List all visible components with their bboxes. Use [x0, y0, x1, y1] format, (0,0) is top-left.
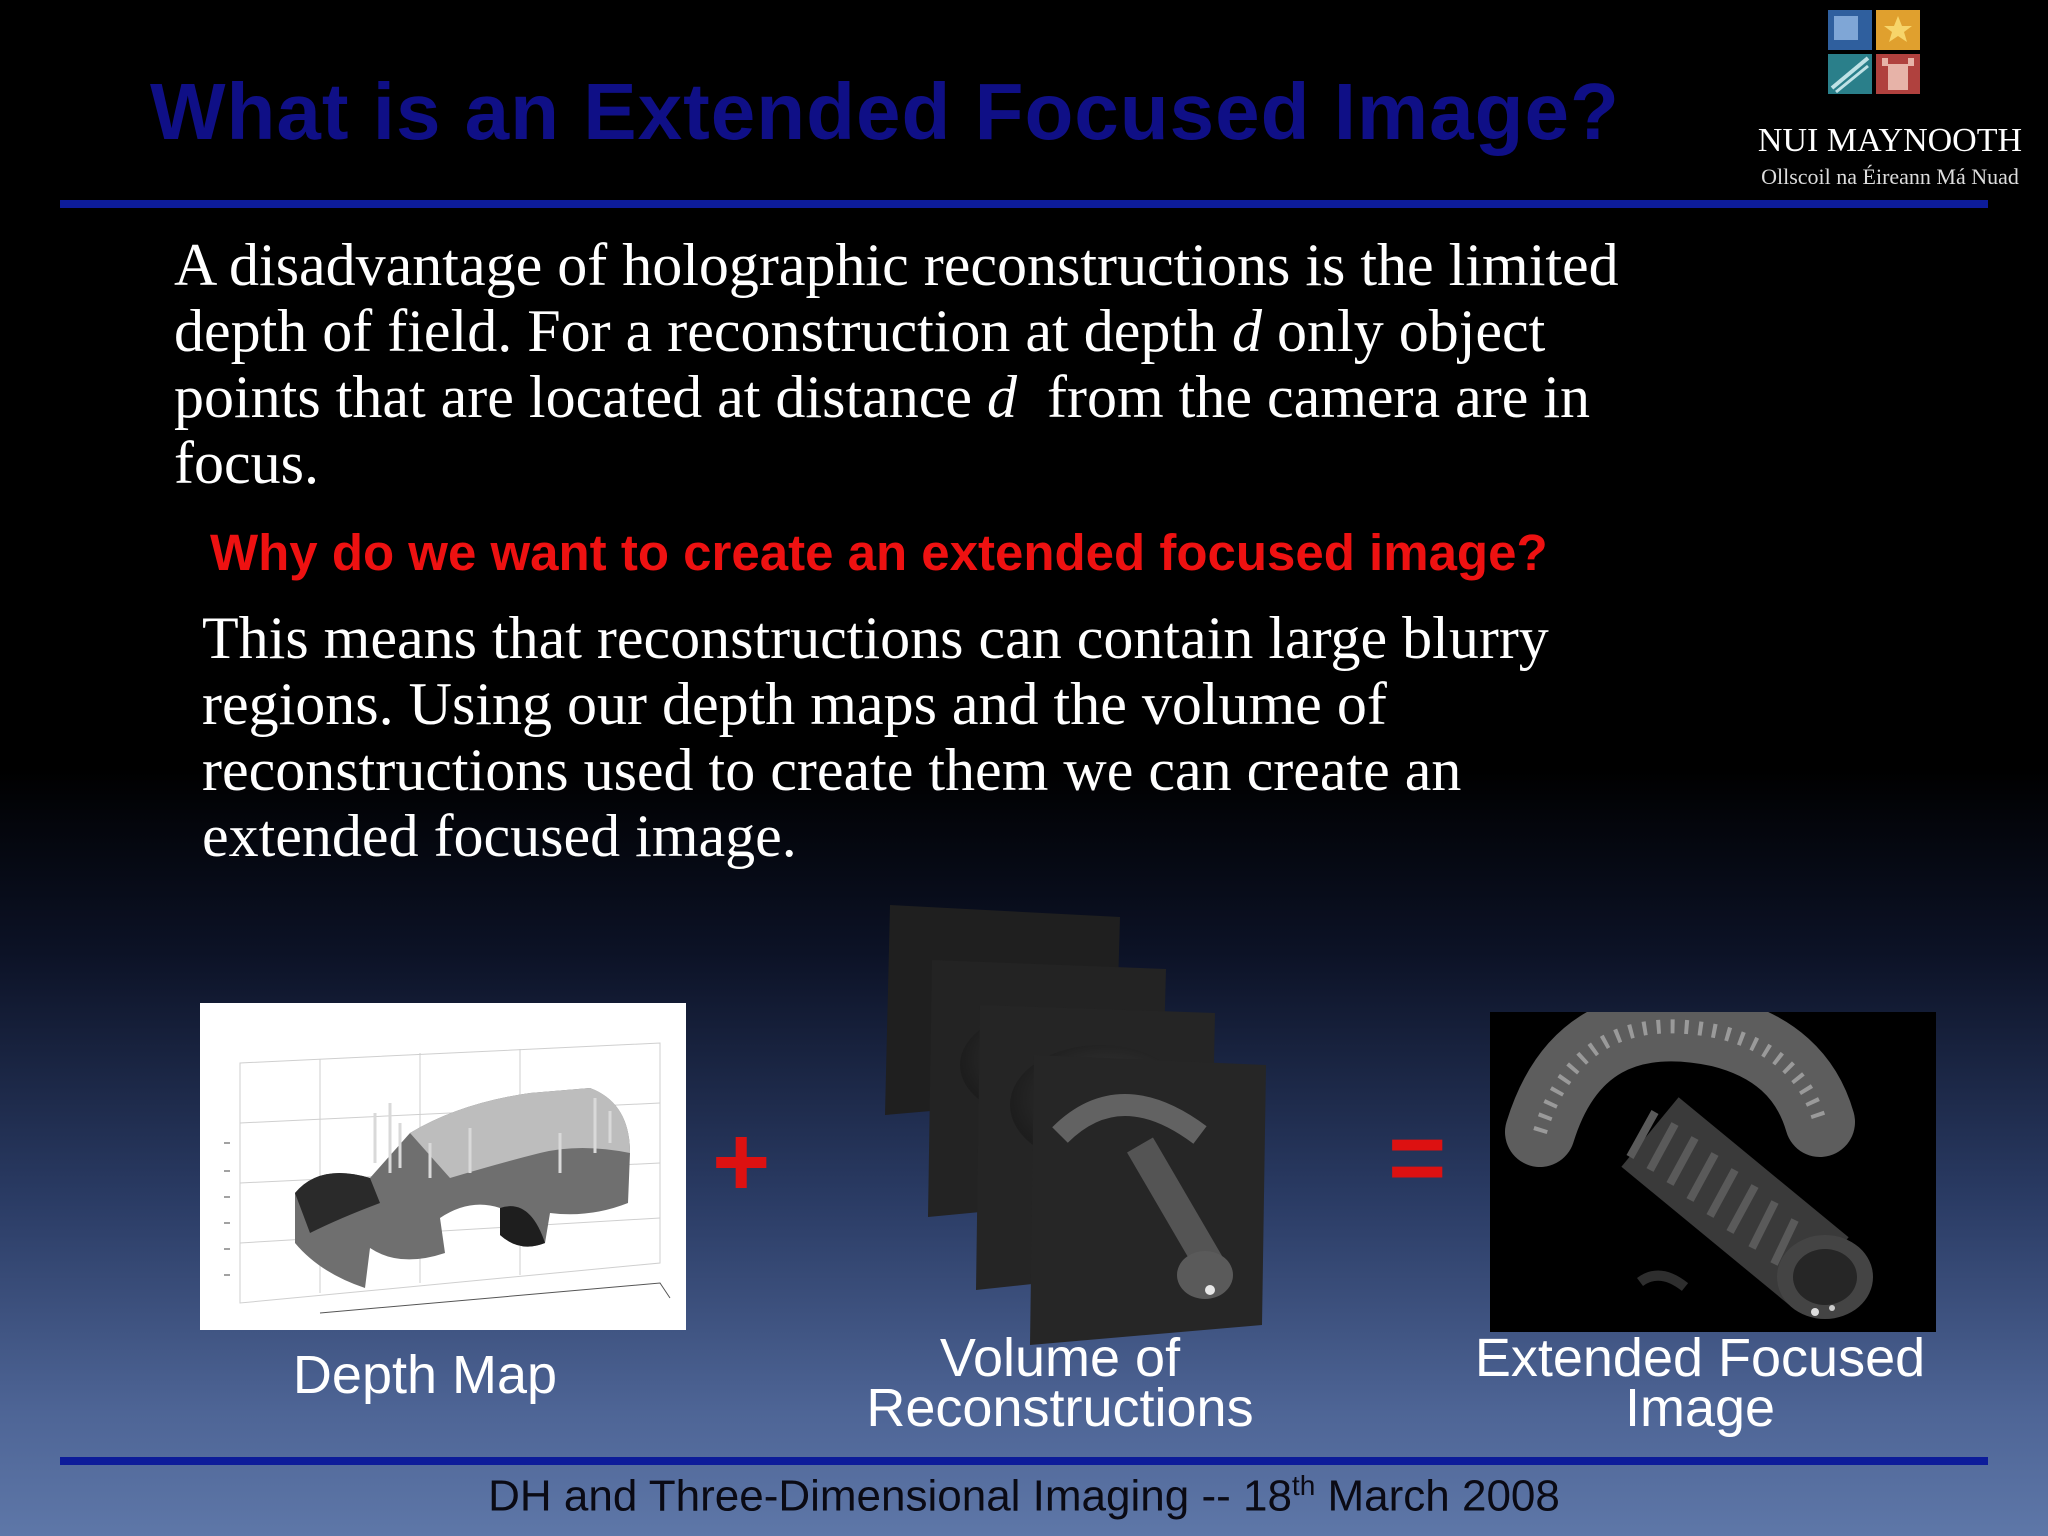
intro-line-1: A disadvantage of holographic reconstruc…: [174, 232, 1619, 298]
intro-line-3: points that are located at distance d fr…: [174, 364, 1591, 430]
logo-wordmark: NUI MAYNOOTH: [1757, 122, 2023, 159]
depth-map-caption: Depth Map: [292, 1345, 558, 1405]
slide-title: What is an Extended Focused Image?: [150, 67, 1620, 156]
plus-operator: +: [712, 1106, 771, 1218]
answer-paragraph: This means that reconstructions can cont…: [202, 605, 1842, 869]
question-heading: Why do we want to create an extended foc…: [210, 524, 1548, 581]
intro-paragraph: A disadvantage of holographic reconstruc…: [174, 232, 1834, 496]
logo-irish-subtitle: Ollscoil na Éireann Má Nuad: [1761, 164, 2019, 189]
answer-line-1: This means that reconstructions can cont…: [202, 605, 1549, 671]
distance-variable: d: [987, 364, 1018, 430]
depth-variable: d: [1232, 298, 1263, 364]
answer-line-3: reconstructions used to create them we c…: [202, 737, 1462, 803]
answer-line-4: extended focused image.: [202, 803, 797, 869]
extended-focused-image: [1490, 1012, 1936, 1332]
intro-line-4: focus.: [174, 430, 319, 496]
equals-operator: =: [1388, 1102, 1447, 1214]
slide: What is an Extended Focused Image? NUI M…: [0, 0, 2048, 1536]
volume-caption: Volume of Reconstructions: [866, 1328, 1254, 1438]
volume-of-reconstructions-image: [885, 905, 1266, 1345]
title-divider: [60, 200, 1988, 208]
footer-divider: [60, 1457, 1988, 1465]
intro-line-2: depth of field. For a reconstruction at …: [174, 298, 1546, 364]
extended-focused-image-caption: Extended Focused Image: [1474, 1328, 1926, 1438]
depth-map-image: [200, 1003, 686, 1330]
slide-footer: DH and Three-Dimensional Imaging -- 18th…: [488, 1470, 1560, 1521]
answer-line-2: regions. Using our depth maps and the vo…: [202, 671, 1387, 737]
